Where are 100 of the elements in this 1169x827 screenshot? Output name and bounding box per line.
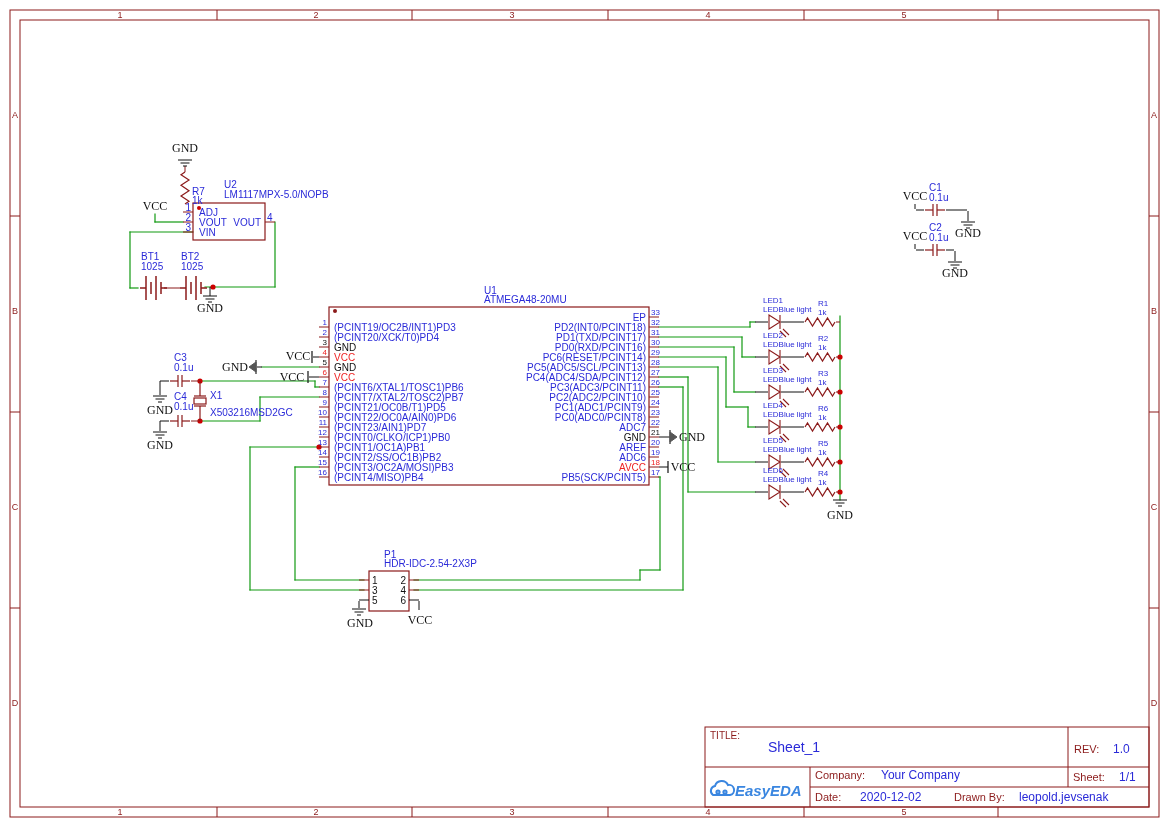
pin-number: 2 [185, 212, 191, 223]
company-value: Your Company [881, 768, 960, 782]
junction-dot [197, 378, 203, 384]
field-label: Company: [815, 769, 866, 781]
reference-label: C1 [929, 182, 942, 193]
wire [780, 356, 805, 358]
value-label: HDR-IDC-2.54-2X3P [384, 558, 477, 569]
pin-number: 4 [267, 212, 273, 223]
ground-symbol [152, 395, 168, 403]
pin-name: (PCINT19/OC2B/INT1)PD3 [334, 322, 456, 333]
resistor-symbol [804, 421, 836, 433]
pin-number: 1 [185, 202, 191, 213]
pin-line [358, 599, 370, 601]
column-label: 1 [117, 10, 123, 20]
net-label: VCC [902, 229, 928, 243]
pin-name: GND [623, 432, 646, 443]
pin-line [358, 579, 370, 581]
pin-line [648, 416, 660, 418]
pin-name: ADJ [199, 207, 218, 218]
pin-name: AVCC [618, 462, 646, 473]
reference-label: U2 [224, 179, 237, 190]
ground-symbol [947, 261, 963, 269]
ground-symbol [351, 608, 367, 616]
pin-name: PD2(INT0/PCINT18) [554, 322, 646, 333]
junction-dot [210, 284, 216, 290]
column-label: 5 [901, 807, 907, 817]
row-label: C [1150, 502, 1158, 512]
pin-line [318, 366, 330, 368]
reference-label: R3 [818, 369, 829, 378]
net-label: VCC [407, 613, 433, 627]
column-label: 2 [313, 807, 319, 817]
pin-number: 29 [651, 348, 660, 357]
net-label: VCC [285, 349, 311, 363]
pin-number: 22 [651, 418, 660, 427]
column-label: 2 [313, 10, 319, 20]
value-label: 1k [818, 308, 827, 317]
pin-number: 19 [651, 448, 660, 457]
row-label: D [11, 698, 19, 708]
pin-name: VOUT [199, 217, 227, 228]
pin-line [318, 416, 330, 418]
ground-symbol [248, 359, 257, 375]
reference-label: R4 [818, 469, 829, 478]
value-label: 1k [818, 413, 827, 422]
value-label: LM1117MPX-5.0/NOPB [224, 189, 329, 200]
pin-name: EP [632, 312, 646, 323]
row-label: B [12, 306, 18, 316]
net-label: GND [347, 616, 373, 630]
reference-label: BT1 [141, 251, 160, 262]
author-value: leopold.jevsenak [1019, 790, 1109, 804]
net-label: VCC [902, 189, 928, 203]
capacitor-symbol [924, 243, 946, 257]
wire [308, 376, 320, 378]
net-label: GND [827, 508, 853, 522]
pin-line [318, 376, 330, 378]
value-label: LEDBlue light [763, 305, 812, 314]
value-label: 1k [818, 448, 827, 457]
reference-label: R6 [818, 404, 829, 413]
pin-line [318, 326, 330, 328]
field-label: Drawn By: [954, 791, 1005, 803]
field-label: TITLE: [710, 730, 740, 741]
resistor-symbol [804, 486, 836, 498]
connector-body [368, 570, 410, 612]
date-value: 2020-12-02 [860, 790, 922, 804]
net-label: GND [172, 141, 198, 155]
crystal-symbol [193, 380, 207, 422]
pin-number: 33 [651, 308, 660, 317]
capacitor-symbol [924, 203, 946, 217]
reference-label: R5 [818, 439, 829, 448]
pin-line [318, 386, 330, 388]
pin-number: 3 [185, 222, 191, 233]
net-label: GND [147, 438, 173, 452]
value-label: 0.1u [929, 232, 949, 243]
value-label: 1025 [181, 261, 204, 272]
field-label: Sheet: [1073, 771, 1105, 783]
pin-number: 26 [651, 378, 660, 387]
column-label: 4 [705, 10, 711, 20]
pin-number: 1 [322, 318, 327, 327]
logo-text: EasyEDA [735, 782, 802, 799]
row-label: A [12, 110, 18, 120]
pin-number: 25 [651, 388, 660, 397]
pin-line [182, 221, 194, 223]
wire [418, 600, 420, 611]
pin-line [318, 426, 330, 428]
pin-line [648, 336, 660, 338]
row-label: C [11, 502, 19, 512]
resistor-symbol [804, 316, 836, 328]
pin-number: 8 [322, 388, 327, 397]
pin-line [648, 396, 660, 398]
pin-name: GND [334, 342, 357, 353]
capacitor-symbol [169, 374, 191, 388]
reference-label: C2 [929, 222, 942, 233]
pin-number: 7 [322, 378, 327, 387]
row-label: D [1150, 698, 1158, 708]
column-label: 5 [901, 10, 907, 20]
wire [780, 391, 805, 393]
reference-label: P1 [384, 549, 397, 560]
ground-symbol [202, 295, 218, 303]
value-label: 1k [818, 343, 827, 352]
pin-line [648, 426, 660, 428]
pin-line [648, 376, 660, 378]
